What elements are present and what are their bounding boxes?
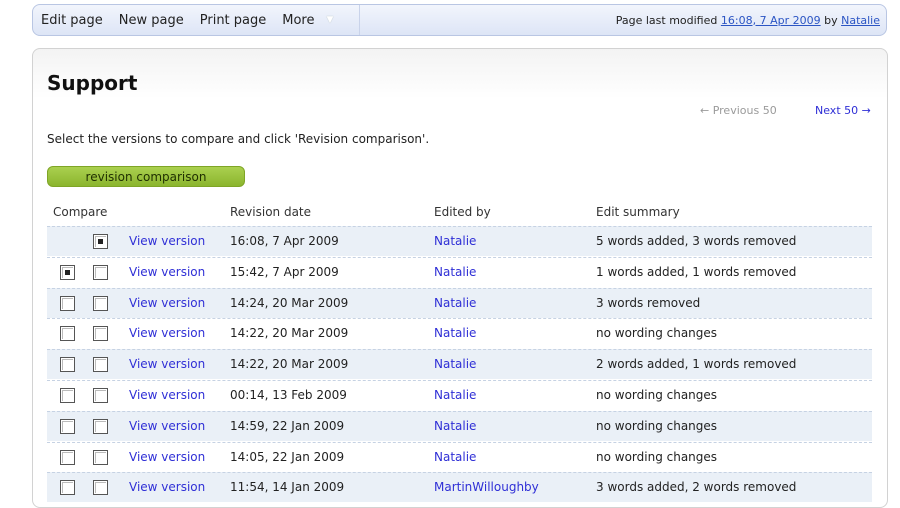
compare-left-radio[interactable] — [60, 388, 75, 403]
revision-date: 14:24, 20 Mar 2009 — [230, 295, 349, 310]
compare-right-radio[interactable] — [93, 449, 108, 465]
view-version-link[interactable]: View version — [129, 480, 205, 494]
print-page-link[interactable]: Print page — [192, 13, 275, 28]
editor-link[interactable]: Natalie — [434, 419, 476, 433]
header-compare: Compare — [53, 205, 108, 219]
view-version-link[interactable]: View version — [129, 357, 205, 371]
view-version-link[interactable]: View version — [129, 265, 205, 279]
edit-summary: 3 words added, 2 words removed — [596, 480, 797, 495]
previous-50-link: ← Previous 50 — [700, 104, 777, 117]
revision-date: 11:54, 14 Jan 2009 — [230, 480, 345, 495]
view-version-link[interactable]: View version — [129, 296, 205, 310]
page-actions: Edit page New page Print page More ▼ — [33, 5, 361, 35]
page-title: Support — [47, 71, 138, 95]
view-version-link[interactable]: View version — [129, 450, 205, 464]
edit-page-link[interactable]: Edit page — [33, 13, 111, 28]
view-version-link[interactable]: View version — [129, 419, 205, 433]
revision-row: View version 14:05, 22 Jan 2009 Natalie no … — [47, 441, 872, 472]
compare-left-radio[interactable] — [60, 357, 75, 373]
edit-summary: 2 words added, 1 words removed — [596, 357, 797, 372]
revision-row: View version 11:54, 14 Jan 2009 MartinWill… — [47, 472, 872, 503]
view-version-link[interactable]: View version — [129, 326, 205, 340]
modified-user-link[interactable]: Natalie — [841, 14, 880, 27]
editor-link[interactable]: Natalie — [434, 296, 476, 310]
view-version-link[interactable]: View version — [129, 388, 205, 402]
compare-right-radio[interactable] — [93, 418, 108, 434]
revision-row: View version 14:22, 20 Mar 2009 Natalie no … — [47, 318, 872, 348]
editor-link[interactable]: Natalie — [434, 265, 476, 279]
revision-row: View version 14:22, 20 Mar 2009 Natalie 2 w… — [47, 349, 872, 380]
edit-summary: no wording changes — [596, 326, 718, 341]
editor-link[interactable]: Natalie — [434, 357, 476, 371]
revision-row: View version 14:59, 22 Jan 2009 Natalie no … — [47, 410, 872, 441]
editor-link[interactable]: Natalie — [434, 388, 476, 402]
modified-prefix: Page last modified — [615, 13, 718, 27]
revision-row: View version 16:08, 7 Apr 2009 Natalie 5 wo… — [47, 226, 872, 256]
revision-row: View version 00:14, 13 Feb 2009 Natalie no … — [47, 380, 872, 410]
revision-date: 14:05, 22 Jan 2009 — [230, 449, 345, 464]
header-edited-by: Edited by — [434, 205, 491, 219]
revision-row: View version 15:42, 7 Apr 2009 Natalie 1 wo… — [47, 256, 872, 287]
editor-link[interactable]: MartinWilloughby — [434, 480, 539, 494]
edit-summary: 5 words added, 3 words removed — [596, 234, 797, 248]
chevron-down-icon: ▼ — [326, 15, 334, 25]
compare-left-radio[interactable] — [60, 326, 75, 342]
revision-date: 15:42, 7 Apr 2009 — [230, 264, 339, 279]
compare-right-radio[interactable] — [93, 264, 108, 280]
compare-right-radio[interactable] — [93, 388, 108, 403]
next-50-link[interactable]: Next 50 → — [815, 104, 871, 117]
header-edit-summary: Edit summary — [596, 205, 680, 219]
more-menu[interactable]: More ▼ — [274, 5, 361, 35]
revision-date: 14:22, 20 Mar 2009 — [230, 326, 349, 341]
revision-date: 00:14, 13 Feb 2009 — [230, 388, 347, 402]
edit-summary: no wording changes — [596, 449, 718, 464]
edit-summary: 3 words removed — [596, 295, 701, 310]
header-revision-date: Revision date — [230, 205, 312, 219]
page-actions-bar: Edit page New page Print page More ▼ Pag… — [32, 4, 887, 36]
modified-time-link[interactable]: 16:08, 7 Apr 2009 — [721, 14, 821, 27]
compare-left-radio[interactable] — [60, 264, 75, 280]
modified-by-word: by — [824, 13, 838, 27]
revision-row: View version 14:24, 20 Mar 2009 Natalie 3 w… — [47, 287, 872, 318]
edit-summary: 1 words added, 1 words removed — [596, 264, 797, 279]
revision-date: 14:59, 22 Jan 2009 — [230, 418, 345, 433]
editor-link[interactable]: Natalie — [434, 326, 476, 340]
editor-link[interactable]: Natalie — [434, 450, 476, 464]
editor-link[interactable]: Natalie — [434, 234, 476, 248]
compare-left-radio[interactable] — [60, 295, 75, 311]
compare-left-radio[interactable] — [60, 449, 75, 465]
compare-right-radio[interactable] — [93, 295, 108, 311]
edit-summary: no wording changes — [596, 388, 718, 402]
last-modified-info: Page last modified 16:08, 7 Apr 2009 by … — [616, 5, 880, 35]
new-page-link[interactable]: New page — [111, 13, 192, 28]
compare-right-radio[interactable] — [93, 357, 108, 373]
compare-right-radio[interactable] — [93, 234, 108, 249]
revision-date: 14:22, 20 Mar 2009 — [230, 357, 349, 372]
more-label: More — [282, 12, 315, 28]
compare-right-radio[interactable] — [93, 480, 108, 496]
instruction-text: Select the versions to compare and click… — [47, 132, 430, 146]
view-version-link[interactable]: View version — [129, 234, 205, 248]
compare-left-radio[interactable] — [60, 418, 75, 434]
revision-comparison-button[interactable]: revision comparison — [47, 166, 245, 187]
revision-date: 16:08, 7 Apr 2009 — [230, 234, 339, 248]
compare-right-radio[interactable] — [93, 326, 108, 342]
compare-left-radio[interactable] — [60, 480, 75, 496]
edit-summary: no wording changes — [596, 418, 718, 433]
